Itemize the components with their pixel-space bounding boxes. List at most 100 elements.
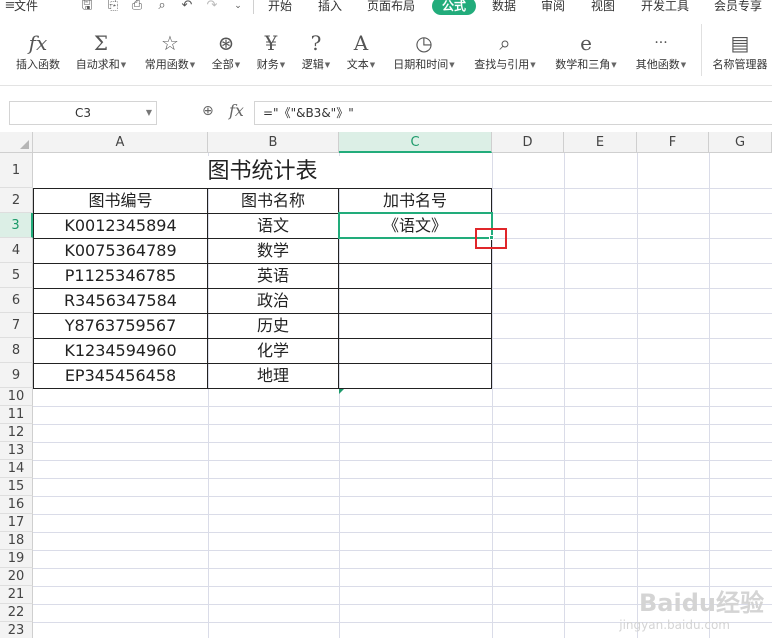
spreadsheet-grid[interactable]: A B C D E F G 1 2 3 4 5 6 7 8 9 10 11 12…	[0, 132, 772, 638]
cell-c7[interactable]	[339, 314, 491, 338]
cell-a6[interactable]: R3456347584	[34, 289, 207, 313]
print-icon[interactable]: ⎙	[129, 0, 145, 14]
math-trig-button[interactable]: e 数学和三角▼	[549, 30, 623, 72]
row-header-7[interactable]: 7	[0, 313, 33, 338]
menu-file[interactable]: 文件	[14, 0, 38, 14]
column-header-b[interactable]: B	[208, 132, 339, 153]
chevron-down-icon[interactable]: ▼	[146, 102, 152, 124]
row-header-10[interactable]: 10	[0, 388, 33, 406]
cell-c6[interactable]	[339, 289, 491, 313]
cell-a3[interactable]: K0012345894	[34, 214, 207, 238]
row-header-9[interactable]: 9	[0, 363, 33, 388]
gridline	[564, 153, 565, 638]
zoom-icon[interactable]: ⊕	[202, 103, 214, 119]
name-manager-button[interactable]: ▤ 名称管理器	[708, 30, 772, 72]
tab-home[interactable]: 开始	[268, 0, 292, 14]
gridline	[33, 496, 772, 497]
cell-a9[interactable]: EP345456458	[34, 364, 207, 388]
redo-icon[interactable]: ↷	[204, 0, 220, 14]
gridline	[637, 153, 638, 638]
logic-button[interactable]: ? 逻辑▼	[297, 30, 335, 72]
row-header-16[interactable]: 16	[0, 496, 33, 514]
header-book-id[interactable]: 图书编号	[34, 189, 207, 213]
row-header-3[interactable]: 3	[0, 213, 33, 238]
cell-a7[interactable]: Y8763759567	[34, 314, 207, 338]
insert-function-button[interactable]: fx 插入函数	[11, 30, 65, 72]
column-header-d[interactable]: D	[492, 132, 564, 153]
cell-b7[interactable]: 历史	[208, 314, 338, 338]
gridline	[33, 514, 772, 515]
finance-button[interactable]: ¥ 财务▼	[252, 30, 290, 72]
cell-c4[interactable]	[339, 239, 491, 263]
row-header-6[interactable]: 6	[0, 288, 33, 313]
more-functions-button[interactable]: ··· 其他函数▼	[630, 30, 692, 72]
row-header-23[interactable]: 23	[0, 622, 33, 638]
column-header-c[interactable]: C	[339, 132, 492, 153]
undo-icon[interactable]: ↶	[179, 0, 195, 14]
row-header-18[interactable]: 18	[0, 532, 33, 550]
cell-c5[interactable]	[339, 264, 491, 288]
lookup-reference-button[interactable]: ⌕ 查找与引用▼	[469, 30, 541, 72]
sheet-title[interactable]: 图书统计表	[33, 156, 492, 188]
column-header-g[interactable]: G	[709, 132, 772, 153]
row-header-5[interactable]: 5	[0, 263, 33, 288]
autofill-options-marker[interactable]	[339, 389, 344, 394]
row-header-12[interactable]: 12	[0, 424, 33, 442]
cell-b4[interactable]: 数学	[208, 239, 338, 263]
column-header-a[interactable]: A	[33, 132, 208, 153]
cell-b6[interactable]: 政治	[208, 289, 338, 313]
tab-developer[interactable]: 开发工具	[641, 0, 689, 14]
cell-b9[interactable]: 地理	[208, 364, 338, 388]
name-box[interactable]: C3 ▼	[9, 101, 157, 125]
cell-c9[interactable]	[339, 364, 491, 388]
tab-insert[interactable]: 插入	[318, 0, 342, 14]
row-header-22[interactable]: 22	[0, 604, 33, 622]
text-button[interactable]: A 文本▼	[342, 30, 380, 72]
cell-a8[interactable]: K1234594960	[34, 339, 207, 363]
row-header-4[interactable]: 4	[0, 238, 33, 263]
row-header-17[interactable]: 17	[0, 514, 33, 532]
export-pdf-icon[interactable]: ⎘	[105, 0, 121, 14]
chevron-down-icon: ▼	[530, 61, 536, 69]
header-book-quoted[interactable]: 加书名号	[339, 189, 491, 213]
insert-function-icon: fx	[28, 31, 48, 55]
chevron-down-icon: ▼	[369, 61, 376, 69]
fx-icon[interactable]: fx	[229, 101, 244, 120]
row-header-8[interactable]: 8	[0, 338, 33, 363]
header-book-name[interactable]: 图书名称	[208, 189, 338, 213]
print-preview-icon[interactable]: ⌕	[154, 0, 170, 14]
cell-a4[interactable]: K0075364789	[34, 239, 207, 263]
row-header-2[interactable]: 2	[0, 188, 33, 213]
cell-c8[interactable]	[339, 339, 491, 363]
tab-data[interactable]: 数据	[492, 0, 516, 14]
row-header-15[interactable]: 15	[0, 478, 33, 496]
save-icon[interactable]: 🖫	[79, 0, 95, 14]
cell-b3[interactable]: 语文	[208, 214, 338, 238]
chevron-down-icon: ▼	[279, 61, 286, 69]
datetime-button[interactable]: ◷ 日期和时间▼	[388, 30, 460, 72]
row-header-19[interactable]: 19	[0, 550, 33, 568]
row-header-13[interactable]: 13	[0, 442, 33, 460]
auto-sum-button[interactable]: Σ 自动求和▼	[71, 30, 131, 72]
tab-page-layout[interactable]: 页面布局	[367, 0, 415, 14]
row-header-14[interactable]: 14	[0, 460, 33, 478]
select-all-corner[interactable]	[0, 132, 33, 153]
tab-review[interactable]: 审阅	[541, 0, 565, 14]
row-header-11[interactable]: 11	[0, 406, 33, 424]
cell-b5[interactable]: 英语	[208, 264, 338, 288]
row-header-21[interactable]: 21	[0, 586, 33, 604]
tab-formulas[interactable]: 公式	[432, 0, 477, 15]
row-header-20[interactable]: 20	[0, 568, 33, 586]
datetime-icon: ◷	[415, 31, 433, 55]
cell-b8[interactable]: 化学	[208, 339, 338, 363]
chevron-down-icon[interactable]: ⌄	[230, 0, 246, 14]
all-functions-button[interactable]: ⊛ 全部▼	[207, 30, 245, 72]
tab-member[interactable]: 会员专享	[714, 0, 762, 14]
row-header-1[interactable]: 1	[0, 153, 33, 188]
cell-a5[interactable]: P1125346785	[34, 264, 207, 288]
column-header-e[interactable]: E	[564, 132, 637, 153]
formula-input[interactable]: ="《"&B3&"》"	[254, 101, 772, 125]
common-functions-button[interactable]: ☆ 常用函数▼	[139, 30, 201, 72]
tab-view[interactable]: 视图	[591, 0, 615, 14]
column-header-f[interactable]: F	[637, 132, 709, 153]
